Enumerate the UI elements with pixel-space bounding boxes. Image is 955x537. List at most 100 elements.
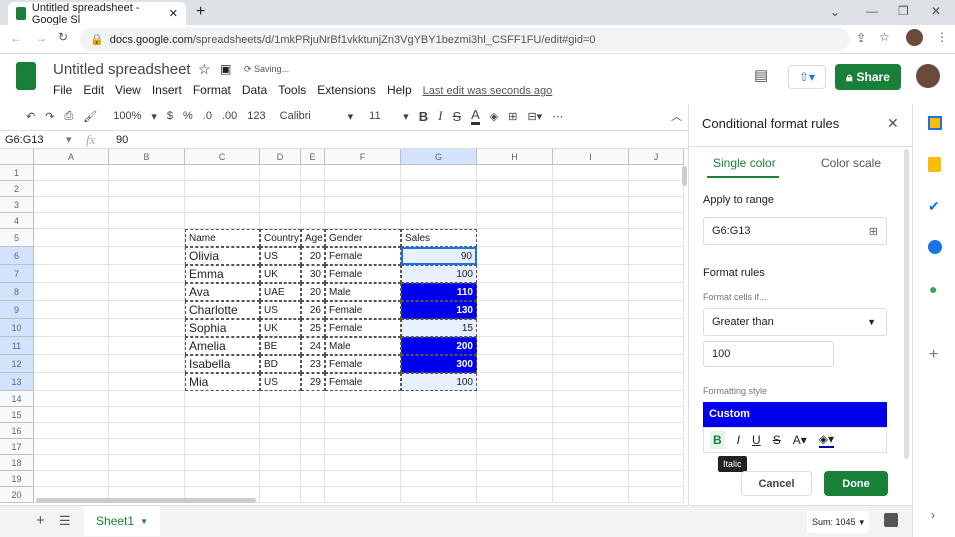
minimize-icon[interactable]: —: [866, 4, 878, 18]
cell[interactable]: [260, 487, 301, 503]
zoom-select[interactable]: 100%: [113, 110, 141, 122]
cell[interactable]: [109, 471, 185, 487]
cell[interactable]: [34, 439, 109, 455]
table-cell[interactable]: Charlotte: [185, 301, 260, 319]
redo-icon[interactable]: ↷: [45, 110, 54, 123]
url-input[interactable]: 🔒 docs.google.com/spreadsheets/d/1mkPRjuN…: [80, 28, 850, 51]
present-button[interactable]: ⇧▾: [788, 65, 826, 89]
cell[interactable]: [34, 213, 109, 229]
cell[interactable]: [553, 283, 629, 301]
borders-icon[interactable]: ⊞: [508, 110, 517, 123]
row-header[interactable]: 18: [0, 455, 34, 471]
table-cell[interactable]: Male: [325, 337, 401, 355]
cell[interactable]: [109, 265, 185, 283]
cell[interactable]: [629, 301, 684, 319]
row-header[interactable]: 14: [0, 391, 34, 407]
column-header[interactable]: I: [553, 149, 629, 165]
cell[interactable]: [553, 487, 629, 503]
expand-panel-icon[interactable]: ›: [931, 508, 935, 522]
cell[interactable]: [629, 487, 684, 503]
cell[interactable]: [34, 247, 109, 265]
cell[interactable]: [629, 355, 684, 373]
cell[interactable]: [401, 407, 477, 423]
cell[interactable]: [34, 391, 109, 407]
cell[interactable]: [109, 439, 185, 455]
cell[interactable]: [629, 197, 684, 213]
table-cell[interactable]: Olivia: [185, 247, 260, 265]
column-header[interactable]: A: [34, 149, 109, 165]
cell[interactable]: [401, 165, 477, 181]
condition-select[interactable]: Greater than ▼: [703, 308, 887, 336]
account-avatar[interactable]: [916, 64, 940, 88]
cell[interactable]: [185, 197, 260, 213]
cell[interactable]: [629, 373, 684, 391]
cell[interactable]: [401, 455, 477, 471]
undo-icon[interactable]: ↶: [26, 110, 35, 123]
cell[interactable]: [260, 213, 301, 229]
style-preview[interactable]: Custom: [703, 402, 887, 427]
cell[interactable]: [109, 165, 185, 181]
column-header[interactable]: F: [325, 149, 401, 165]
done-button[interactable]: Done: [824, 471, 888, 496]
horizontal-scrollbar[interactable]: [36, 498, 256, 503]
cell[interactable]: [553, 439, 629, 455]
cell[interactable]: [34, 355, 109, 373]
cell[interactable]: [325, 181, 401, 197]
cell[interactable]: [185, 455, 260, 471]
cell[interactable]: [553, 213, 629, 229]
cell[interactable]: [185, 165, 260, 181]
cell[interactable]: [401, 197, 477, 213]
table-cell[interactable]: 26: [301, 301, 325, 319]
cell[interactable]: [34, 265, 109, 283]
cell[interactable]: [185, 471, 260, 487]
cell[interactable]: [629, 391, 684, 407]
collapse-toolbar-icon[interactable]: ︿: [671, 108, 682, 124]
bold-icon[interactable]: B: [710, 431, 725, 449]
row-header[interactable]: 11: [0, 337, 34, 355]
cell[interactable]: [260, 423, 301, 439]
cell[interactable]: [109, 301, 185, 319]
text-color-icon[interactable]: A▾: [793, 433, 807, 447]
cell[interactable]: [34, 455, 109, 471]
table-cell[interactable]: Female: [325, 355, 401, 373]
cell[interactable]: [553, 423, 629, 439]
cell[interactable]: [109, 247, 185, 265]
cell[interactable]: [325, 197, 401, 213]
cell[interactable]: [401, 439, 477, 455]
cell[interactable]: [301, 439, 325, 455]
restore-icon[interactable]: ❐: [898, 4, 909, 18]
table-header-cell[interactable]: Country: [260, 229, 301, 247]
table-cell[interactable]: Female: [325, 319, 401, 337]
decrease-decimal-button[interactable]: .0: [203, 110, 212, 122]
cell[interactable]: [477, 165, 553, 181]
row-header[interactable]: 1: [0, 165, 34, 181]
font-select[interactable]: Calibri: [280, 110, 338, 122]
row-header[interactable]: 2: [0, 181, 34, 197]
select-all-corner[interactable]: [0, 149, 34, 165]
cell[interactable]: [301, 487, 325, 503]
cell[interactable]: [109, 407, 185, 423]
cell[interactable]: [109, 355, 185, 373]
cell[interactable]: [325, 391, 401, 407]
range-input[interactable]: G6:G13 ⊞: [703, 217, 887, 245]
fill-color-icon[interactable]: ◈▾: [818, 432, 834, 448]
cell[interactable]: [477, 355, 553, 373]
cell[interactable]: [477, 319, 553, 337]
row-header[interactable]: 3: [0, 197, 34, 213]
strikethrough-icon[interactable]: S: [452, 109, 461, 124]
cell[interactable]: [109, 229, 185, 247]
share-button[interactable]: 🔒︎ Share: [835, 64, 901, 90]
table-cell[interactable]: 29: [301, 373, 325, 391]
cell[interactable]: [477, 213, 553, 229]
table-cell[interactable]: Female: [325, 373, 401, 391]
menu-format[interactable]: Format: [193, 83, 231, 97]
font-size-select[interactable]: 11: [369, 110, 393, 122]
table-cell[interactable]: Female: [325, 265, 401, 283]
cell[interactable]: [401, 391, 477, 407]
table-header-cell[interactable]: Name: [185, 229, 260, 247]
cell[interactable]: [553, 455, 629, 471]
row-header[interactable]: 12: [0, 355, 34, 373]
table-cell[interactable]: 20: [301, 283, 325, 301]
menu-extensions[interactable]: Extensions: [317, 83, 376, 97]
menu-edit[interactable]: Edit: [83, 83, 104, 97]
